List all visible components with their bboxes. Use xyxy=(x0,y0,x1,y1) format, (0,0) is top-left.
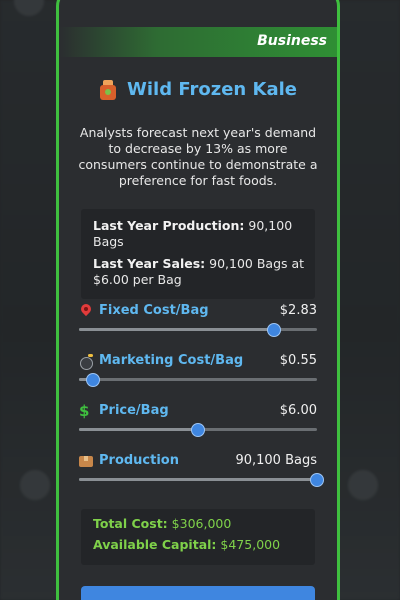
banner-label: Business xyxy=(257,33,327,49)
price-value: $6.00 xyxy=(279,403,317,418)
marketing-cost-value: $0.55 xyxy=(279,353,317,368)
price-track-fill xyxy=(79,428,198,431)
price-slider: $ Price/Bag $6.00 xyxy=(79,403,317,447)
fixed-cost-track-fill xyxy=(79,328,275,331)
price-thumb[interactable] xyxy=(191,423,205,437)
fixed-cost-track[interactable] xyxy=(79,323,317,337)
business-decision-modal: Business Wild Frozen Kale Analysts forec… xyxy=(56,0,340,600)
dollar-icon: $ xyxy=(79,401,90,420)
forecast-description: Analysts forecast next year's demand to … xyxy=(78,125,318,188)
marketing-cost-label: Marketing Cost/Bag xyxy=(99,353,244,368)
fixed-cost-slider: Fixed Cost/Bag $2.83 xyxy=(79,303,317,347)
last-year-sales: Last Year Sales: 90,100 Bags at $6.00 pe… xyxy=(93,256,305,288)
fixed-cost-label: Fixed Cost/Bag xyxy=(99,303,209,318)
production-slider: Production 90,100 Bags xyxy=(79,453,324,497)
available-capital-label: Available Capital: xyxy=(93,537,217,552)
price-track[interactable] xyxy=(79,423,317,437)
marketing-cost-slider: Marketing Cost/Bag $0.55 xyxy=(79,353,317,397)
last-year-production: Last Year Production: 90,100 Bags xyxy=(93,218,305,250)
total-cost-label: Total Cost: xyxy=(93,516,168,531)
available-capital: Available Capital: $475,000 xyxy=(93,534,315,555)
fixed-cost-thumb[interactable] xyxy=(267,323,282,337)
pin-icon xyxy=(79,304,93,318)
production-label: Production xyxy=(99,453,179,468)
grocery-bag-icon xyxy=(99,79,117,100)
last-year-sales-label: Last Year Sales: xyxy=(93,256,206,271)
totals-panel: Total Cost: $306,000 Available Capital: … xyxy=(81,509,315,565)
bomb-icon xyxy=(79,353,93,370)
production-track-fill xyxy=(79,478,317,481)
last-year-production-label: Last Year Production: xyxy=(93,218,245,233)
production-thumb[interactable] xyxy=(310,473,324,487)
available-capital-value: $475,000 xyxy=(220,537,281,552)
fixed-cost-value: $2.83 xyxy=(279,303,317,318)
last-year-stats: Last Year Production: 90,100 Bags Last Y… xyxy=(81,209,315,299)
marketing-cost-track[interactable] xyxy=(79,373,317,387)
product-title: Wild Frozen Kale xyxy=(127,79,297,100)
total-cost-value: $306,000 xyxy=(171,516,232,531)
total-cost: Total Cost: $306,000 xyxy=(93,513,315,534)
box-icon xyxy=(79,454,93,468)
business-banner: Business xyxy=(59,27,337,57)
production-track[interactable] xyxy=(79,473,324,487)
marketing-cost-thumb[interactable] xyxy=(86,373,101,387)
confirm-button[interactable] xyxy=(81,586,315,600)
production-value: 90,100 Bags xyxy=(235,453,317,468)
price-label: Price/Bag xyxy=(99,403,169,418)
product-title-row: Wild Frozen Kale xyxy=(59,79,337,100)
